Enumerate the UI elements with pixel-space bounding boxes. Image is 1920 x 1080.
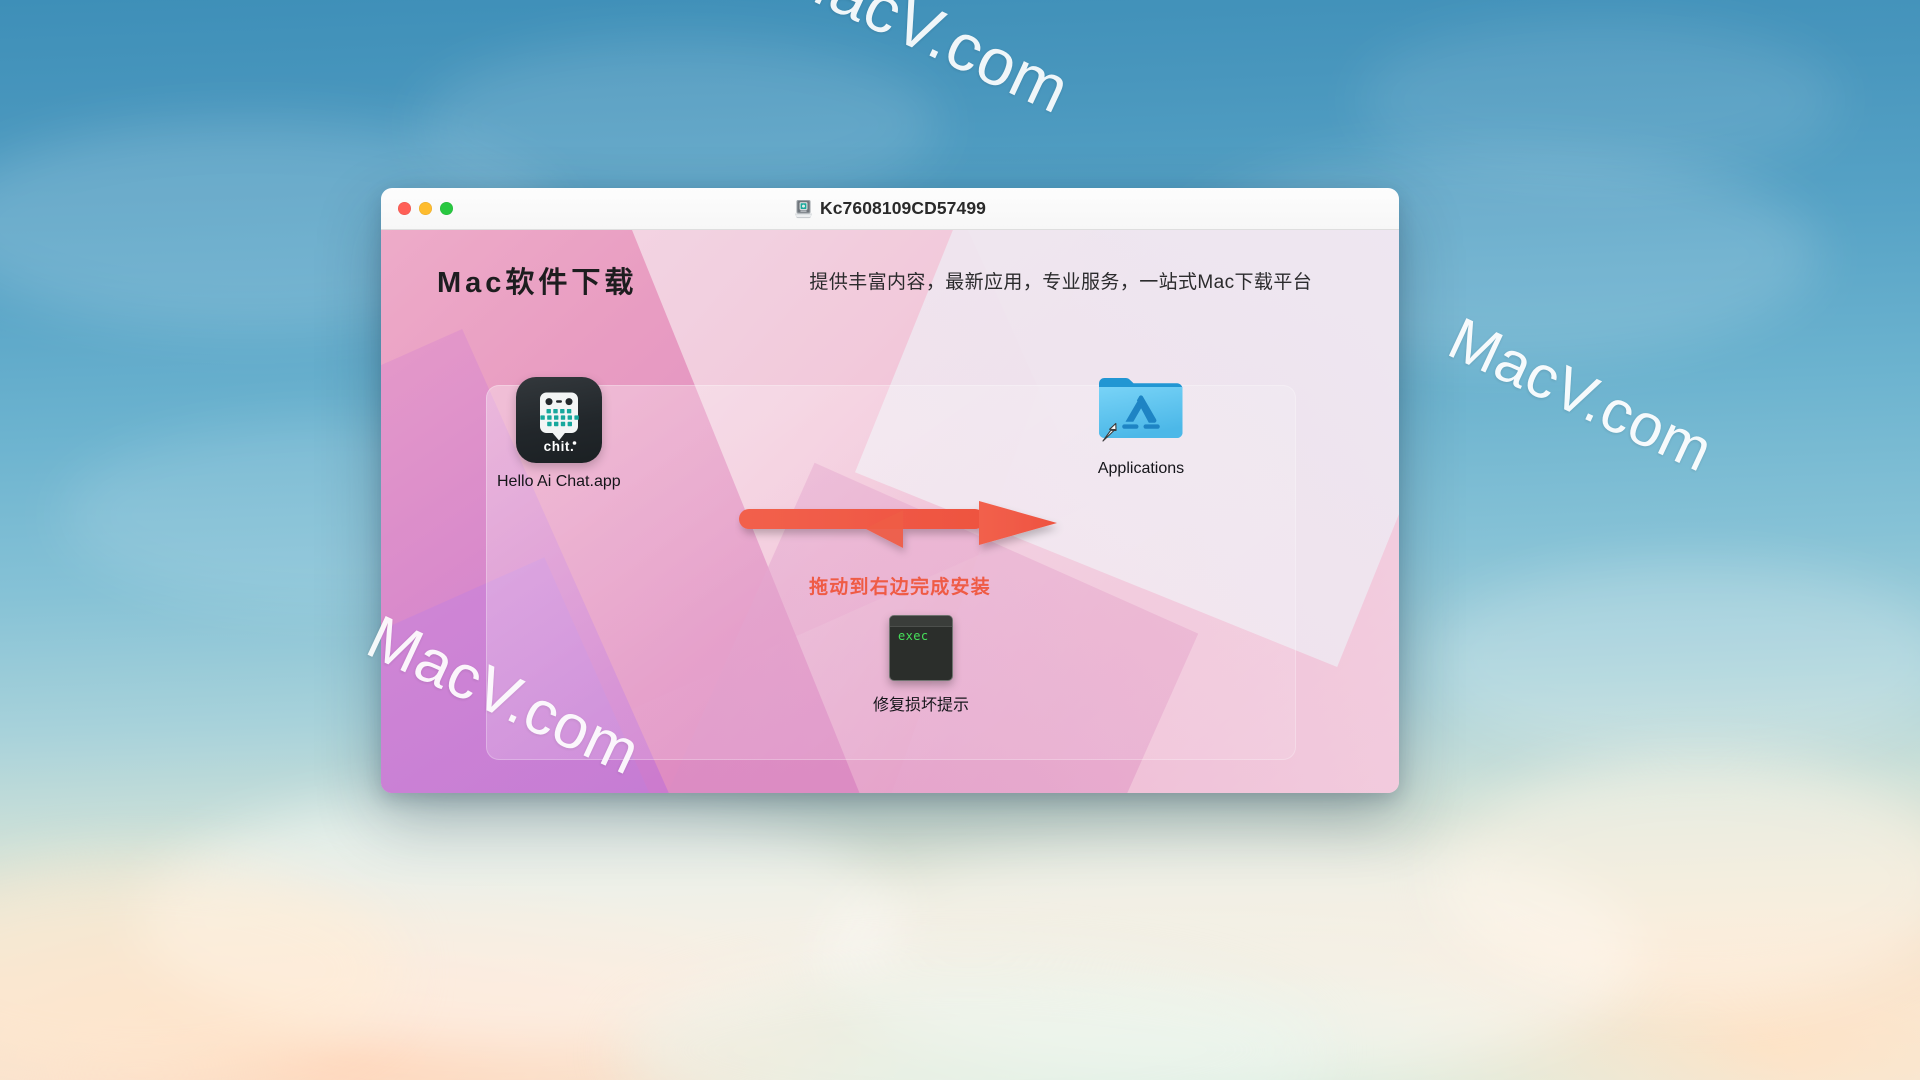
- svg-text:chit.: chit.: [543, 439, 574, 454]
- desktop-background: Kc7608109CD57499 Mac软件下载 提供丰富内容，最新应用，专业服…: [0, 0, 1920, 1080]
- chit-app-icon: chit.: [515, 377, 602, 463]
- disk-drive-icon: [794, 199, 813, 219]
- cloud-decoration: [620, 960, 1320, 1080]
- terminal-title-strip: [890, 616, 952, 627]
- window-titlebar[interactable]: Kc7608109CD57499: [381, 188, 1399, 230]
- applications-folder-icon: [1095, 372, 1187, 450]
- exec-terminal-icon: exec: [889, 615, 953, 681]
- dmg-header: Mac软件下载 提供丰富内容，最新应用，专业服务，一站式Mac下载平台: [381, 230, 1399, 330]
- window-title-container: Kc7608109CD57499: [381, 188, 1399, 229]
- repair-script-item[interactable]: exec 修复损坏提示: [873, 615, 969, 715]
- watermark-top: MacV.com: [768, 0, 1081, 127]
- app-icon-label: Hello Ai Chat.app: [497, 473, 621, 490]
- drag-arrow-icon: [735, 500, 1065, 562]
- brand-tagline: 提供丰富内容，最新应用，专业服务，一站式Mac下载平台: [809, 271, 1313, 293]
- app-icon-item[interactable]: chit. Hello Ai Chat.app: [497, 377, 621, 491]
- cloud-decoration: [0, 860, 400, 1080]
- watermark-right: MacV.com: [1439, 304, 1723, 485]
- drag-instruction-label: 拖动到右边完成安装: [809, 577, 991, 598]
- cloud-decoration: [420, 40, 940, 210]
- cloud-decoration: [140, 790, 900, 1050]
- applications-folder-item[interactable]: Applications: [1095, 372, 1187, 478]
- cloud-decoration: [1430, 560, 1920, 760]
- window-title: Kc7608109CD57499: [819, 198, 987, 218]
- cloud-decoration: [1440, 760, 1920, 1000]
- brand-title: Mac软件下载: [437, 267, 638, 299]
- cloud-decoration: [1360, 20, 1840, 180]
- applications-folder-label: Applications: [1097, 460, 1185, 477]
- cloud-decoration: [820, 830, 1640, 1080]
- repair-script-label: 修复损坏提示: [873, 697, 970, 714]
- terminal-text: exec: [898, 629, 929, 643]
